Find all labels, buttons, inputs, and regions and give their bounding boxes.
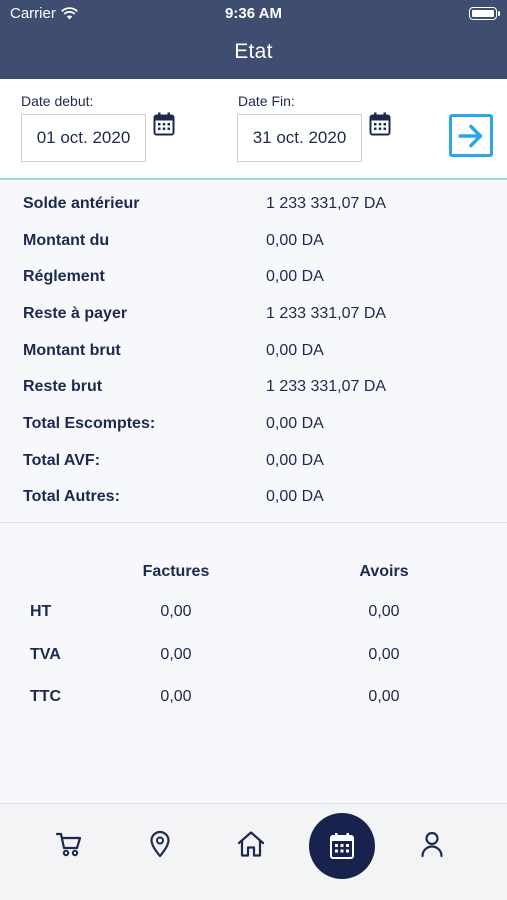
end-date-label: Date Fin:: [238, 93, 295, 109]
summary-row: Reste brut 1 233 331,07 DA: [0, 378, 507, 402]
summary-row: Reste à payer 1 233 331,07 DA: [0, 305, 507, 329]
battery-icon: [469, 7, 500, 20]
home-icon: [237, 831, 265, 857]
summary-row: Montant brut 0,00 DA: [0, 342, 507, 366]
cart-icon: [55, 832, 82, 857]
avoirs-value: 0,00: [368, 688, 400, 705]
column-header-avoirs: Avoirs: [359, 563, 409, 580]
apply-dates-button[interactable]: [449, 114, 493, 157]
summary-value: 1 233 331,07 DA: [266, 305, 387, 322]
bottom-nav: [0, 803, 507, 900]
location-pin-icon: [150, 830, 170, 858]
summary-value: 0,00 DA: [266, 488, 324, 505]
start-date-label: Date debut:: [21, 93, 94, 109]
summary-row: Solde antérieur 1 233 331,07 DA: [0, 195, 507, 219]
arrow-right-icon: [458, 124, 483, 147]
summary-row: Montant du 0,00 DA: [0, 232, 507, 256]
factures-value: 0,00: [160, 688, 192, 705]
factures-value: 0,00: [160, 603, 192, 620]
nav-calendar-button[interactable]: [309, 813, 375, 879]
summary-value: 0,00 DA: [266, 232, 324, 249]
date-filter-bar: Date debut: 01 oct. 2020 Date Fin: 31 oc…: [0, 79, 507, 180]
section-divider: [0, 522, 507, 523]
page-title: Etat: [234, 40, 273, 63]
summary-label: Montant du: [23, 232, 110, 249]
factures-value: 0,00: [160, 646, 192, 663]
summary-value: 0,00 DA: [266, 452, 324, 469]
summary-row: Total Escomptes: 0,00 DA: [0, 415, 507, 439]
user-icon: [421, 831, 443, 857]
status-bar: Carrier 9:36 AM: [0, 0, 507, 28]
end-date-calendar-icon[interactable]: [369, 112, 391, 136]
summary-label: Reste à payer: [23, 305, 128, 322]
summary-label: Réglement: [23, 268, 105, 285]
app-header: Carrier 9:36 AM Etat: [0, 0, 507, 79]
nav-home-button[interactable]: [235, 828, 267, 860]
summary-row: Total AVF: 0,00 DA: [0, 452, 507, 476]
status-time: 9:36 AM: [225, 5, 282, 22]
summary-row: Réglement 0,00 DA: [0, 268, 507, 292]
summary-label: Total Autres:: [23, 488, 120, 505]
summary-value: 0,00 DA: [266, 342, 324, 359]
summary-value: 1 233 331,07 DA: [266, 195, 387, 212]
nav-profile-button[interactable]: [416, 828, 448, 860]
summary-value: 0,00 DA: [266, 268, 324, 285]
nav-cart-button[interactable]: [53, 828, 85, 860]
summary-row: Total Autres: 0,00 DA: [0, 488, 507, 512]
summary-label: Solde antérieur: [23, 195, 140, 212]
summary-label: Total AVF:: [23, 452, 101, 469]
row-label: TTC: [30, 688, 62, 705]
avoirs-value: 0,00: [368, 603, 400, 620]
column-header-factures: Factures: [142, 563, 210, 580]
calendar-icon: [330, 833, 354, 859]
start-date-field[interactable]: 01 oct. 2020: [21, 114, 146, 162]
start-date-calendar-icon[interactable]: [153, 112, 175, 136]
summary-value: 1 233 331,07 DA: [266, 378, 387, 395]
summary-label: Montant brut: [23, 342, 121, 359]
summary-label: Reste brut: [23, 378, 103, 395]
summary-value: 0,00 DA: [266, 415, 324, 432]
row-label: HT: [30, 603, 52, 620]
end-date-field[interactable]: 31 oct. 2020: [237, 114, 362, 162]
summary-label: Total Escomptes:: [23, 415, 156, 432]
nav-location-button[interactable]: [144, 828, 176, 860]
row-label: TVA: [30, 646, 61, 663]
avoirs-value: 0,00: [368, 646, 400, 663]
